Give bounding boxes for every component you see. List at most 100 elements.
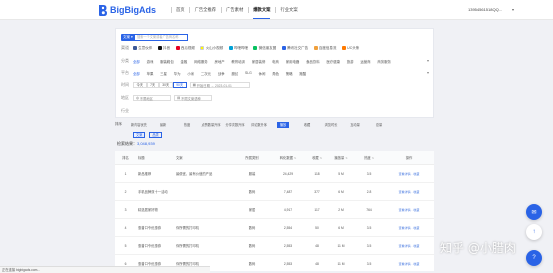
row-action-link[interactable]: 查看详情 · 收藏: [384, 208, 434, 212]
sort-option-active[interactable]: 播放: [277, 121, 289, 128]
language-select[interactable]: ▤ 不限文案语种: [174, 95, 212, 101]
col-metric4[interactable]: 热度 ⇅: [354, 155, 384, 160]
date-range-input[interactable]: ▦ 开始日期 → 2023-01-01: [189, 82, 250, 88]
time-option-30d[interactable]: 30天: [158, 82, 173, 88]
nav-industry-copy[interactable]: 行业文案: [280, 0, 297, 20]
table-row[interactable]: 4 惠普口令优惠券 你所需的打印机 数码 2,554 50 6 M 3.5 查看…: [115, 219, 434, 237]
row-action-link[interactable]: 查看详情 · 收藏: [384, 172, 434, 176]
media-chip-2[interactable]: 抖音: [157, 46, 170, 51]
logo[interactable]: BigBigAds: [97, 3, 156, 17]
table-row[interactable]: 3 精选居家好物 家居 4,917 117 2 M 764 查看详情 · 收藏: [115, 201, 434, 219]
col-category[interactable]: 所属类别: [234, 155, 270, 160]
category-option[interactable]: 食品饮料: [306, 59, 320, 64]
selected-chip[interactable]: 文案: [133, 132, 146, 138]
sort-option[interactable]: 分享次数升序: [223, 122, 247, 127]
table-row[interactable]: 1 新品推荐 最便宜，最有价值的产品 服装 24,429 118 5 M 3.5…: [115, 165, 434, 183]
platform-option[interactable]: SLG: [245, 71, 252, 75]
nav-ad-creative[interactable]: 广告素材: [226, 0, 243, 20]
platform-option[interactable]: 跑酷: [299, 71, 306, 76]
sort-option[interactable]: 浏览时长: [319, 122, 343, 127]
media-chip-6[interactable]: 微信朋友圈: [253, 46, 276, 51]
col-metric4-label: 热度: [364, 156, 371, 160]
category-option[interactable]: 教育培训: [231, 59, 245, 64]
row-metric3: 2 M: [338, 207, 344, 212]
help-button[interactable]: ?: [526, 250, 542, 266]
row-action-link[interactable]: 查看详情 · 收藏: [384, 262, 434, 266]
search-input[interactable]: 搜索一个文案或者广告商名称: [135, 34, 188, 41]
category-option[interactable]: 电商: [272, 59, 279, 64]
row-action-link[interactable]: 查看详情 · 收藏: [384, 226, 434, 230]
sort-option[interactable]: 最新: [151, 122, 175, 127]
row-metric2: 377: [314, 189, 320, 194]
sort-option[interactable]: 总量: [367, 122, 391, 127]
media-chip-1[interactable]: 生意伙伴: [133, 46, 152, 51]
country-select[interactable]: ◍ 不限地区: [133, 95, 171, 101]
time-option-90d[interactable]: 90天: [172, 82, 187, 88]
chat-button[interactable]: ✉: [526, 204, 542, 220]
chevron-down-icon[interactable]: ▾: [427, 70, 429, 75]
nav-ad-recommend[interactable]: 广告全推荐: [195, 0, 216, 20]
platform-option[interactable]: 策略: [286, 71, 293, 76]
platform-option[interactable]: 角色: [272, 71, 279, 76]
country-label: 地区: [121, 95, 129, 100]
media-chip-5[interactable]: 哔哩哔哩: [228, 46, 248, 51]
row-action-link[interactable]: 查看详情 · 收藏: [384, 190, 434, 194]
platform-option[interactable]: 小米: [187, 71, 194, 76]
media-chip-label: UC头条: [347, 45, 360, 50]
row-title: 惠普口令优惠券: [138, 244, 162, 248]
platform-option[interactable]: 华为: [174, 71, 181, 76]
col-metric2[interactable]: 收藏 ⇅: [306, 155, 328, 160]
row-metric3: 11 M: [337, 243, 345, 248]
media-chip-9[interactable]: UC头条: [341, 45, 360, 51]
row-action-link[interactable]: 查看详情 · 收藏: [384, 244, 434, 248]
bilibili-icon: [228, 46, 233, 50]
platform-option[interactable]: 休闲: [259, 71, 266, 76]
account-name[interactable]: 13954561518QQ...: [468, 7, 502, 12]
browser-status-bar: 正在连接 bigbigads.com...: [0, 266, 210, 273]
table-row[interactable]: 5 惠普口令优惠券 你所需的打印机 数码 2,553 48 11 M 3.5 查…: [115, 237, 434, 255]
platform-option[interactable]: 魔幻: [231, 71, 238, 76]
media-chip-7[interactable]: 腾讯社交广告: [281, 46, 308, 51]
col-metric3[interactable]: 播放量 ⇅: [328, 155, 354, 160]
col-metric1[interactable]: 转化数据 ⇅: [270, 155, 306, 160]
category-option[interactable]: 运营商: [360, 59, 370, 64]
platform-option[interactable]: 三星: [160, 71, 167, 76]
table-row[interactable]: 2 手机品牌双十一活动 数码 7,487 377 6 M 2.8 查看详情 · …: [115, 183, 434, 201]
sort-option[interactable]: 热度: [175, 122, 199, 127]
platform-option[interactable]: 全部: [133, 71, 140, 76]
chevron-down-icon[interactable]: ▾: [427, 58, 429, 63]
row-copy: 你所需的打印机: [176, 244, 200, 248]
media-chip-8[interactable]: 百度信息流: [313, 46, 336, 51]
results-table: 排名 标题 文案 所属类别 转化数据 ⇅ 收藏 ⇅ 播放量 ⇅ 热度 ⇅ 操作 …: [115, 151, 434, 271]
selected-chip[interactable]: 品类: [149, 132, 162, 138]
category-option[interactable]: 医疗健康: [326, 59, 340, 64]
category-option[interactable]: 服装鞋包: [160, 59, 174, 64]
media-chip-3[interactable]: 西瓜视频: [175, 46, 195, 51]
top-header: BigBigAds 首页 广告全推荐 广告素材 爆款文案 行业文案 139545…: [0, 0, 553, 20]
platform-option[interactable]: 苹果: [147, 71, 154, 76]
category-option[interactable]: 网络服务: [194, 59, 208, 64]
category-option[interactable]: 家用电器: [286, 59, 300, 64]
sort-option[interactable]: 点赞数量升序: [199, 122, 223, 127]
category-option[interactable]: 商务服务: [377, 59, 391, 64]
category-option[interactable]: 金融: [181, 59, 188, 64]
sort-option[interactable]: 收藏: [295, 122, 319, 127]
nav-hot-copy[interactable]: 爆款文案: [253, 0, 271, 20]
category-option[interactable]: 旅游: [347, 59, 354, 64]
category-option[interactable]: 房地产: [214, 59, 224, 64]
search-type-select[interactable]: 文案 ▾: [121, 34, 135, 41]
nav-home[interactable]: 首页: [176, 0, 185, 20]
category-option[interactable]: 全部: [133, 59, 140, 64]
sort-option[interactable]: 互动量: [343, 122, 367, 127]
platform-option[interactable]: 二次元: [201, 71, 211, 76]
platform-option[interactable]: 战争: [218, 71, 225, 76]
back-to-top-button[interactable]: ↑: [526, 224, 542, 240]
sort-option[interactable]: 评论数升序: [247, 122, 271, 127]
time-option-today[interactable]: 今天: [133, 82, 147, 88]
chevron-down-icon[interactable]: ▾: [512, 7, 514, 12]
time-option-7d[interactable]: 7天: [146, 82, 159, 88]
category-option[interactable]: 游戏: [147, 59, 154, 64]
category-option[interactable]: 家居装修: [252, 59, 266, 64]
media-chip-4[interactable]: 火山小视频: [200, 46, 223, 51]
sort-option[interactable]: 新内容优先: [127, 122, 151, 127]
